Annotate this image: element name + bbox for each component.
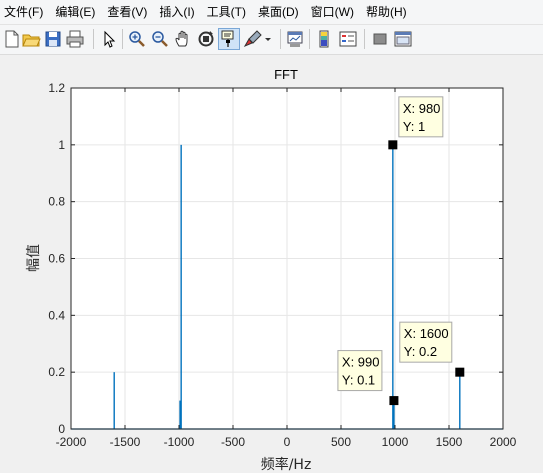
y-tick-label: 1.2 <box>48 81 65 95</box>
datatip-marker[interactable] <box>455 367 465 377</box>
menu-item-0[interactable]: 文件(F) <box>0 0 49 24</box>
datatip-x-text: X: 990 <box>342 355 380 370</box>
new-figure-icon[interactable] <box>2 29 22 49</box>
y-tick-label: 0.4 <box>48 308 65 322</box>
y-tick-label: 0.8 <box>48 195 65 209</box>
datatip-y-text: Y: 0.1 <box>342 373 375 388</box>
menu-item-2[interactable]: 查看(V) <box>101 0 153 24</box>
menu-bar: 文件(F) 编辑(E) 查看(V) 插入(I) 工具(T) 桌面(D) 窗口(W) 帮助(H) <box>0 0 543 25</box>
fft-chart: -2000 -1500 -1000 -500 0 500 1000 1500 2000 0 0.2… <box>26 67 517 473</box>
x-tick-label: -1500 <box>110 435 141 449</box>
datatip-x-text: X: 1600 <box>404 326 449 341</box>
datatip-y-text: Y: 0.2 <box>404 344 437 359</box>
menu-item-1[interactable]: 编辑(E) <box>49 0 101 24</box>
y-tick-label: 1 <box>58 138 65 152</box>
rotate-3d-icon[interactable] <box>196 29 216 49</box>
x-tick-label: 1000 <box>382 435 409 449</box>
show-plot-tools-icon[interactable] <box>393 29 413 49</box>
x-tick-label: -500 <box>221 435 245 449</box>
y-tick-label: 0.6 <box>48 252 65 266</box>
pointer-icon[interactable] <box>99 29 119 49</box>
brush-icon[interactable] <box>243 29 263 49</box>
toolbar-separator <box>364 29 365 49</box>
x-tick-label: 500 <box>331 435 351 449</box>
data-cursor-icon[interactable] <box>218 28 240 50</box>
link-plot-icon[interactable] <box>285 29 305 49</box>
zoom-in-icon[interactable] <box>127 29 147 49</box>
open-file-icon[interactable] <box>21 29 41 49</box>
menu-item-7[interactable]: 帮助(H) <box>360 0 413 24</box>
hide-plot-tools-icon[interactable] <box>370 29 390 49</box>
y-tick-labels: 0 0.2 0.4 0.6 0.8 1 1.2 <box>48 81 65 436</box>
toolbar <box>0 25 543 55</box>
pan-icon[interactable] <box>173 29 193 49</box>
x-axis-label: 频率/Hz <box>261 456 312 473</box>
zoom-out-icon[interactable] <box>150 29 170 49</box>
x-tick-labels: -2000 -1500 -1000 -500 0 500 1000 1500 2000 <box>56 435 517 449</box>
brush-dropdown-icon[interactable] <box>263 29 273 49</box>
x-tick-label: 0 <box>284 435 291 449</box>
x-tick-label: -1000 <box>164 435 195 449</box>
menu-item-4[interactable]: 工具(T) <box>201 0 252 24</box>
toolbar-separator <box>309 29 310 49</box>
x-tick-label: 2000 <box>490 435 517 449</box>
figure-area: -2000 -1500 -1000 -500 0 500 1000 1500 2000 0 0.2… <box>0 55 543 473</box>
toolbar-separator <box>280 29 281 49</box>
chart-title: FFT <box>274 67 298 82</box>
colorbar-icon[interactable] <box>315 29 335 49</box>
menu-item-5[interactable]: 桌面(D) <box>252 0 305 24</box>
legend-icon[interactable] <box>338 29 358 49</box>
datatip-marker[interactable] <box>388 140 398 150</box>
menu-item-6[interactable]: 窗口(W) <box>305 0 360 24</box>
datatip-y-text: Y: 1 <box>403 119 425 134</box>
x-tick-label: -2000 <box>56 435 87 449</box>
menu-item-3[interactable]: 插入(I) <box>153 0 200 24</box>
y-axis-label: 幅值 <box>26 244 42 272</box>
datatip-x-text: X: 980 <box>403 101 441 116</box>
y-tick-label: 0.2 <box>48 365 65 379</box>
toolbar-separator <box>93 29 94 49</box>
print-icon[interactable] <box>65 29 85 49</box>
save-icon[interactable] <box>43 29 63 49</box>
toolbar-separator <box>122 29 123 49</box>
datatip-marker[interactable] <box>389 396 399 406</box>
y-tick-label: 0 <box>58 422 65 436</box>
x-tick-label: 1500 <box>436 435 463 449</box>
